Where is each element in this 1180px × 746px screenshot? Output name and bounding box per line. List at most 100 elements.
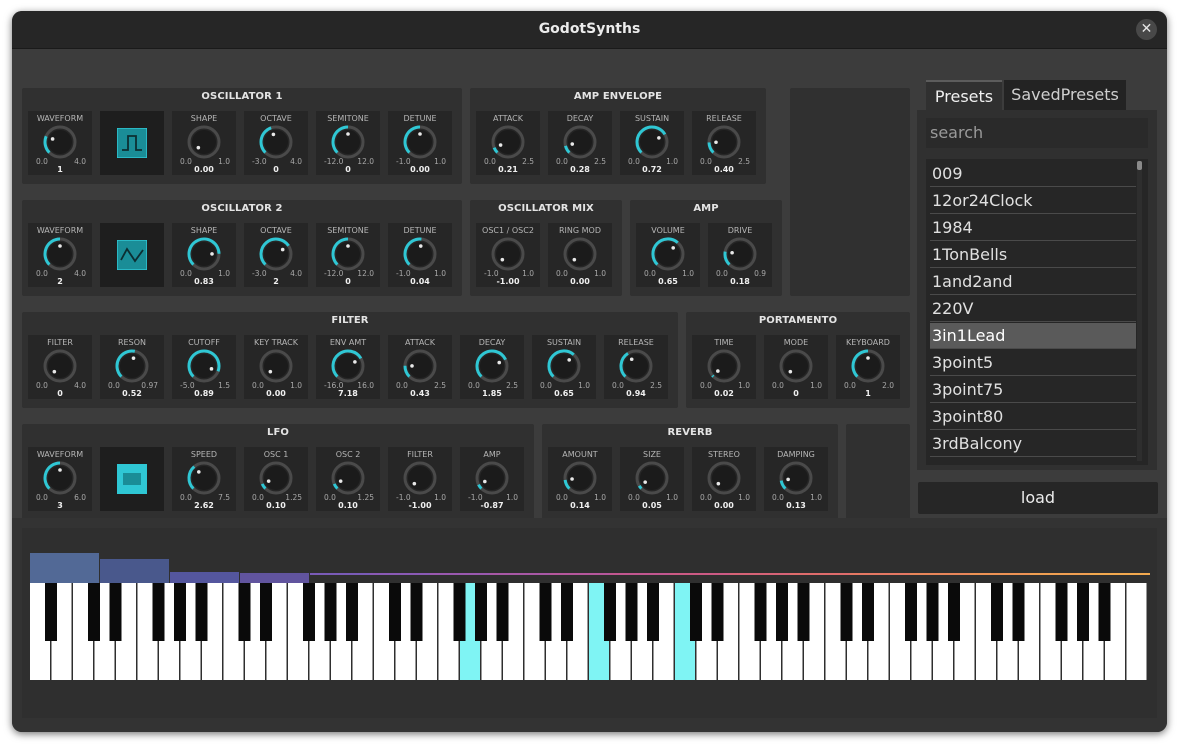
close-button[interactable]: ✕: [1136, 19, 1157, 40]
knob-dial[interactable]: [43, 125, 77, 159]
knob-speed[interactable]: SPEED 0.0 7.5 2.62: [172, 447, 236, 511]
black-key[interactable]: [1012, 583, 1025, 641]
knob-filter[interactable]: FILTER 0.0 4.0 0: [28, 335, 92, 399]
knob-dial[interactable]: [619, 349, 653, 383]
black-key[interactable]: [539, 583, 552, 641]
black-key[interactable]: [88, 583, 100, 641]
knob-amp[interactable]: AMP -1.0 1.0 -0.87: [460, 447, 524, 511]
knob-dial[interactable]: [403, 349, 437, 383]
black-key[interactable]: [453, 583, 466, 641]
knob-dial[interactable]: [115, 349, 149, 383]
black-key[interactable]: [776, 583, 788, 641]
black-key[interactable]: [754, 583, 767, 641]
black-key[interactable]: [1098, 583, 1111, 641]
knob-osc-1[interactable]: OSC 1 0.0 1.25 0.10: [244, 447, 308, 511]
knob-dial[interactable]: [331, 461, 365, 495]
white-key[interactable]: [1126, 583, 1147, 680]
knob-waveform[interactable]: WAVEFORM 0.0 4.0 2: [28, 223, 92, 287]
black-key[interactable]: [926, 583, 939, 641]
knob-release[interactable]: RELEASE 0.0 2.5 0.94: [604, 335, 668, 399]
knob-dial[interactable]: [851, 349, 885, 383]
black-key[interactable]: [690, 583, 702, 641]
black-key[interactable]: [45, 583, 57, 641]
list-item[interactable]: 1and2and: [930, 269, 1136, 295]
knob-amount[interactable]: AMOUNT 0.0 1.0 0.14: [548, 447, 612, 511]
load-button[interactable]: load: [918, 482, 1158, 514]
black-key[interactable]: [346, 583, 358, 641]
knob-semitone[interactable]: SEMITONE -12.0 12.0 0: [316, 223, 380, 287]
knob-dial[interactable]: [259, 461, 293, 495]
knob-dial[interactable]: [563, 461, 597, 495]
knob-dial[interactable]: [403, 125, 437, 159]
list-item[interactable]: 3point5: [930, 350, 1136, 376]
list-item[interactable]: 3in1Lead: [930, 323, 1136, 349]
knob-dial[interactable]: [403, 237, 437, 271]
knob-ring-mod[interactable]: RING MOD 0.0 1.0 0.00: [548, 223, 612, 287]
black-key[interactable]: [561, 583, 573, 641]
knob-dial[interactable]: [259, 237, 293, 271]
knob-dial[interactable]: [43, 461, 77, 495]
knob-dial[interactable]: [187, 125, 221, 159]
knob-dial[interactable]: [43, 349, 77, 383]
knob-detune[interactable]: DETUNE -1.0 1.0 0.00: [388, 111, 452, 175]
knob-waveform[interactable]: WAVEFORM 0.0 4.0 1: [28, 111, 92, 175]
knob-attack[interactable]: ATTACK 0.0 2.5 0.43: [388, 335, 452, 399]
knob-dial[interactable]: [563, 125, 597, 159]
knob-dial[interactable]: [723, 237, 757, 271]
knob-sustain[interactable]: SUSTAIN 0.0 1.0 0.72: [620, 111, 684, 175]
knob-release[interactable]: RELEASE 0.0 2.5 0.40: [692, 111, 756, 175]
black-key[interactable]: [797, 583, 810, 641]
knob-drive[interactable]: DRIVE 0.0 0.9 0.18: [708, 223, 772, 287]
black-key[interactable]: [389, 583, 401, 641]
knob-dial[interactable]: [547, 349, 581, 383]
black-key[interactable]: [647, 583, 659, 641]
knob-dial[interactable]: [651, 237, 685, 271]
knob-time[interactable]: TIME 0.0 1.0 0.02: [692, 335, 756, 399]
tab-saved-presets[interactable]: SavedPresets: [1004, 80, 1126, 110]
black-key[interactable]: [625, 583, 638, 641]
knob-dial[interactable]: [563, 237, 597, 271]
search-input[interactable]: search: [926, 118, 1148, 148]
knob-sustain[interactable]: SUSTAIN 0.0 1.0 0.65: [532, 335, 596, 399]
knob-shape[interactable]: SHAPE 0.0 1.0 0.83: [172, 223, 236, 287]
black-key[interactable]: [496, 583, 509, 641]
knob-attack[interactable]: ATTACK 0.0 2.5 0.21: [476, 111, 540, 175]
knob-keyboard[interactable]: KEYBOARD 0.0 2.0 1: [836, 335, 900, 399]
knob-dial[interactable]: [491, 125, 525, 159]
black-key[interactable]: [475, 583, 487, 641]
list-item[interactable]: 3point75: [930, 377, 1136, 403]
black-key[interactable]: [174, 583, 186, 641]
knob-dial[interactable]: [707, 125, 741, 159]
knob-filter[interactable]: FILTER -1.0 1.0 -1.00: [388, 447, 452, 511]
knob-dial[interactable]: [331, 349, 365, 383]
knob-shape[interactable]: SHAPE 0.0 1.0 0.00: [172, 111, 236, 175]
piano-keyboard[interactable]: [22, 528, 1157, 718]
tab-presets[interactable]: Presets: [926, 80, 1002, 110]
black-key[interactable]: [238, 583, 251, 641]
black-key[interactable]: [862, 583, 874, 641]
black-key[interactable]: [324, 583, 337, 641]
black-key[interactable]: [303, 583, 315, 641]
knob-dial[interactable]: [187, 349, 221, 383]
knob-dial[interactable]: [707, 461, 741, 495]
black-key[interactable]: [1077, 583, 1089, 641]
knob-dial[interactable]: [331, 125, 365, 159]
knob-damping[interactable]: DAMPING 0.0 1.0 0.13: [764, 447, 828, 511]
knob-dial[interactable]: [475, 461, 509, 495]
preset-list-scrollbar[interactable]: [1137, 161, 1142, 461]
knob-dial[interactable]: [779, 349, 813, 383]
knob-stereo[interactable]: STEREO 0.0 1.0 0.00: [692, 447, 756, 511]
knob-dial[interactable]: [707, 349, 741, 383]
knob-dial[interactable]: [635, 461, 669, 495]
list-item[interactable]: 1984: [930, 215, 1136, 241]
knob-mode[interactable]: MODE 0.0 1.0 0: [764, 335, 828, 399]
knob-reson[interactable]: RESON 0.0 0.97 0.52: [100, 335, 164, 399]
knob-waveform[interactable]: WAVEFORM 0.0 6.0 3: [28, 447, 92, 511]
black-key[interactable]: [840, 583, 853, 641]
knob-size[interactable]: SIZE 0.0 1.0 0.05: [620, 447, 684, 511]
black-key[interactable]: [195, 583, 208, 641]
black-key[interactable]: [260, 583, 272, 641]
list-item[interactable]: 3rdBalcony: [930, 431, 1136, 457]
knob-dial[interactable]: [635, 125, 669, 159]
knob-semitone[interactable]: SEMITONE -12.0 12.0 0: [316, 111, 380, 175]
